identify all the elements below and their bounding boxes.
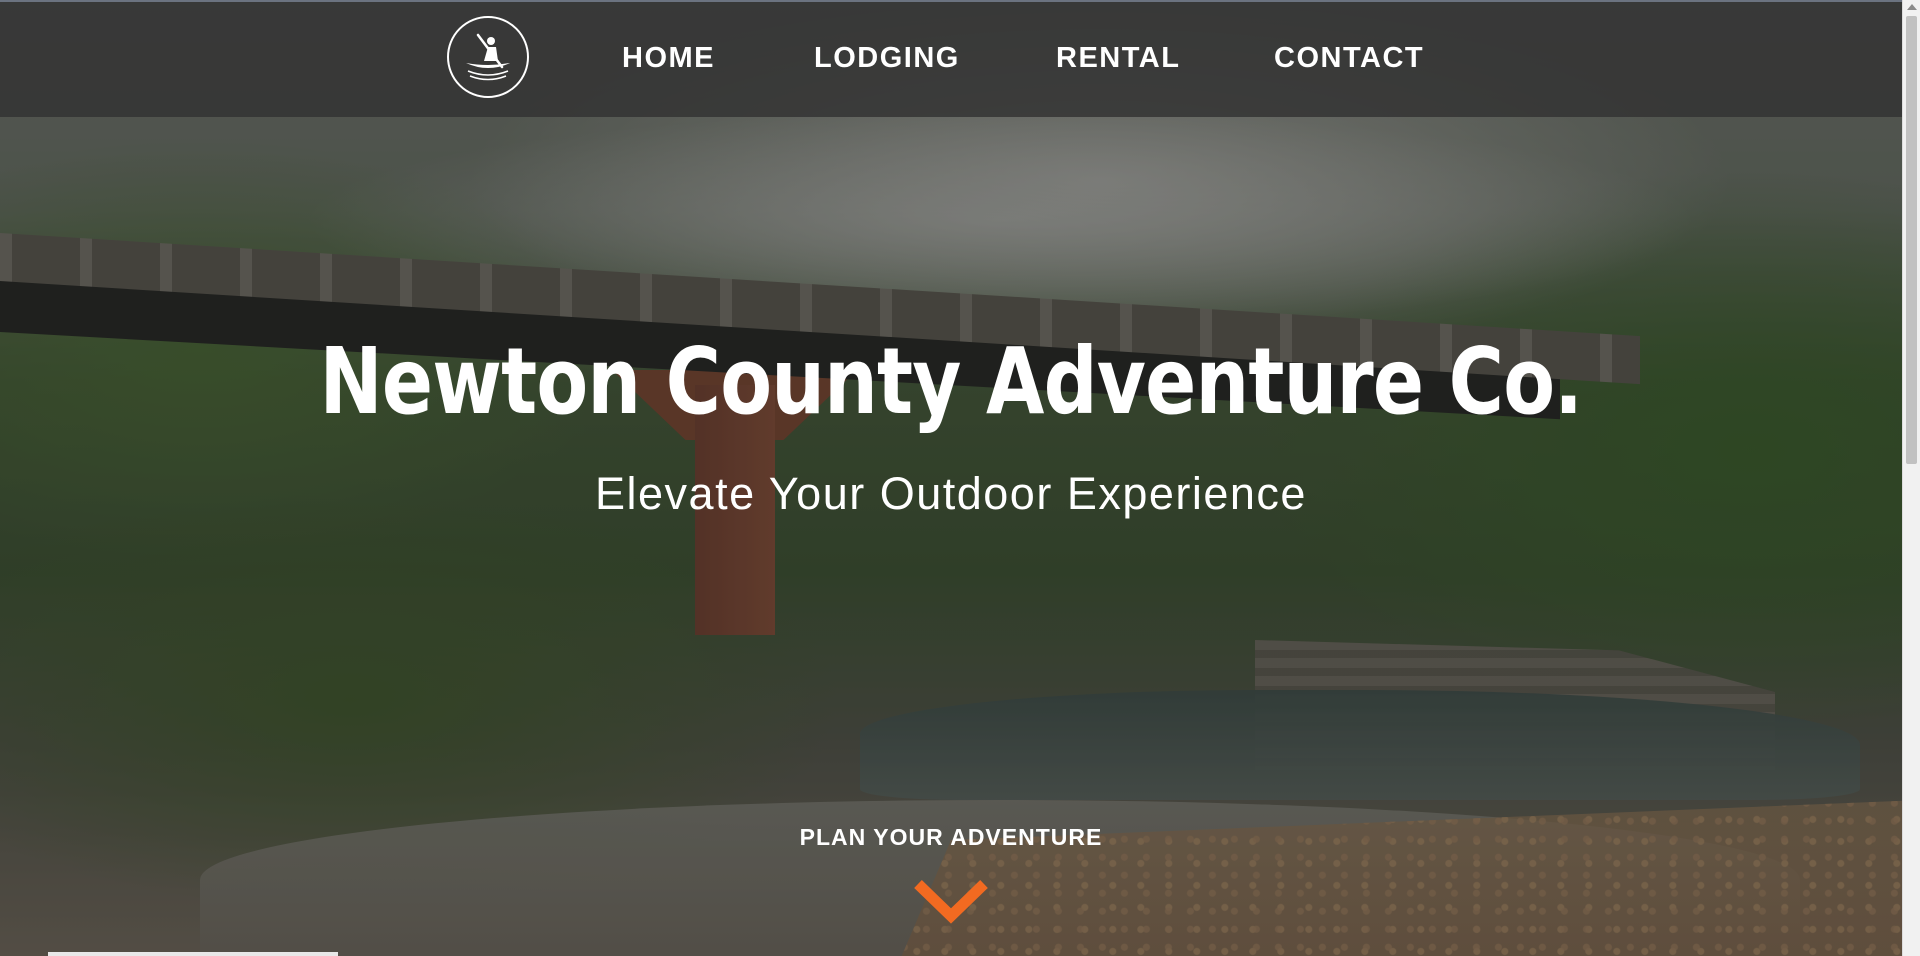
vertical-scrollbar[interactable]	[1902, 0, 1920, 956]
chevron-down-icon[interactable]	[912, 876, 990, 926]
bottom-edge-strip	[48, 952, 338, 956]
nav-rental[interactable]: RENTAL	[1056, 42, 1180, 75]
hero-subtitle: Elevate Your Outdoor Experience	[595, 468, 1307, 519]
hero-title: Newton County Adventure Co.	[319, 328, 1583, 435]
page: HOME LODGING RENTAL CONTACT Newton Count…	[0, 0, 1920, 956]
plan-adventure-link[interactable]: PLAN YOUR ADVENTURE	[0, 824, 1902, 851]
scrollbar-thumb[interactable]	[1906, 16, 1917, 464]
nav-contact[interactable]: CONTACT	[1274, 42, 1424, 75]
nav-lodging[interactable]: LODGING	[814, 42, 960, 75]
main-nav: HOME LODGING RENTAL CONTACT	[0, 42, 1902, 82]
scroll-up-arrow-icon[interactable]	[1907, 4, 1917, 10]
site-header: HOME LODGING RENTAL CONTACT	[0, 2, 1902, 117]
nav-home[interactable]: HOME	[622, 42, 715, 75]
